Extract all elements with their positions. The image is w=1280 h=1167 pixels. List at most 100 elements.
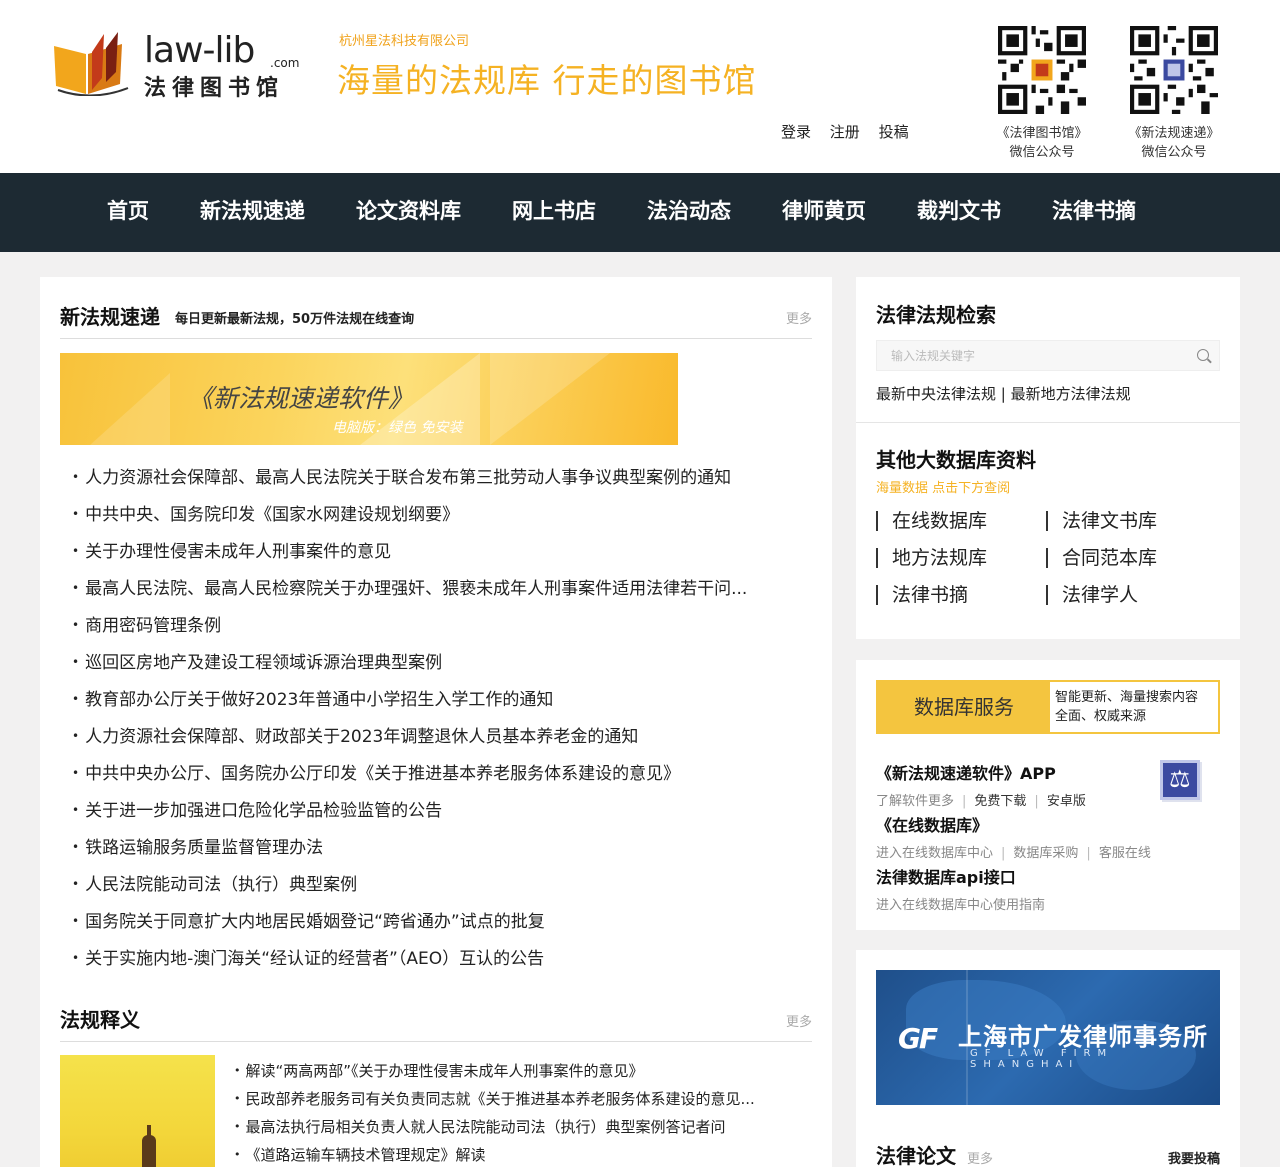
list-item[interactable]: 人力资源社会保障部、财政部关于2023年调整退休人员基本养老金的通知: [72, 718, 812, 755]
service-desc-line1: 智能更新、海量搜索内容: [1055, 690, 1199, 705]
list-item[interactable]: 中共中央、国务院印发《国家水网建设规划纲要》: [72, 496, 812, 533]
qr-code-icon: [1130, 26, 1218, 114]
service-label: 数据库服务: [878, 682, 1050, 732]
nav-book-excerpts[interactable]: 法律书摘: [1052, 173, 1136, 249]
more-link[interactable]: 更多: [786, 308, 812, 327]
interpretation-header: 法规释义 更多: [60, 980, 812, 1042]
free-download-link[interactable]: 免费下载: [974, 794, 1026, 809]
list-item[interactable]: 巡回区房地产及建设工程领域诉源治理典型案例: [72, 644, 812, 681]
list-item[interactable]: 商用密码管理条例: [72, 607, 812, 644]
divider: [856, 422, 1240, 423]
new-laws-header: 新法规速递 每日更新最新法规，50万件法规在线查询 更多: [60, 277, 812, 339]
list-item[interactable]: 最高人民法院、最高人民检察院关于办理强奸、猥亵未成年人刑事案件适用法律若干问..…: [72, 570, 812, 607]
section-subtitle: 每日更新最新法规，50万件法规在线查询: [175, 312, 415, 327]
nav-bookstore[interactable]: 网上书店: [512, 173, 596, 249]
qr-caption-line1: 《法律图书馆》: [996, 126, 1088, 141]
nav-lawyer-directory[interactable]: 律师黄页: [782, 173, 866, 249]
list-item[interactable]: 人力资源社会保障部、最高人民法院关于联合发布第三批劳动人事争议典型案例的通知: [72, 459, 812, 496]
banner-subtitle: 电脑版：绿色 免安装: [332, 420, 463, 436]
search-input[interactable]: [877, 341, 1177, 370]
site-logo[interactable]: law-lib .com 法律图书馆: [52, 28, 302, 101]
list-item[interactable]: 最高法执行局相关负责人就人民法院能动司法（执行）典型案例答记者问: [234, 1113, 792, 1141]
list-item[interactable]: 铁路运输服务质量监督管理办法: [72, 829, 812, 866]
section-title: 新法规速递: [60, 305, 160, 329]
db-link-local-laws[interactable]: 地方法规库: [876, 548, 987, 568]
main-nav: 首页 新法规速递 论文资料库 网上书店 法治动态 律师黄页 裁判文书 法律书摘: [0, 173, 1280, 252]
db-link-excerpts[interactable]: 法律书摘: [876, 585, 968, 605]
app-title[interactable]: 《新法规速递软件》APP: [876, 760, 1056, 784]
papers-more-link[interactable]: 更多: [967, 1148, 993, 1167]
section-title: 法规释义: [60, 1008, 140, 1032]
login-link[interactable]: 登录: [781, 123, 811, 141]
list-item[interactable]: 《道路运输车辆技术管理规定》解读: [234, 1141, 792, 1167]
api-guide-link[interactable]: 进入在线数据库中心使用指南: [876, 898, 1045, 913]
papers-title: 法律论文: [876, 1144, 956, 1167]
law-search-panel: 法律法规检索 最新中央法律法规 | 最新地方法律法规 其他大数据库资料 海量数据…: [856, 277, 1240, 639]
submit-paper-link[interactable]: 我要投稿: [1168, 1148, 1220, 1167]
ad-and-papers-panel: GF 上海市广发律师事务所 GF LAW FIRM SHANGHAI 法律论文 …: [856, 950, 1240, 1167]
db-link-documents[interactable]: 法律文书库: [1046, 511, 1157, 531]
learn-more-link[interactable]: 了解软件更多: [876, 794, 954, 809]
software-banner[interactable]: 《新法规速递软件》 电脑版：绿色 免安装: [60, 353, 678, 445]
interpretation-image[interactable]: [60, 1055, 215, 1167]
list-item[interactable]: 国务院关于同意扩大内地居民婚姻登记“跨省通办”试点的批复: [72, 903, 812, 940]
list-item[interactable]: 解读“两高两部”《关于办理性侵害未成年人刑事案件的意见》: [234, 1057, 792, 1085]
central-laws-link[interactable]: 最新中央法律法规: [876, 385, 996, 403]
logo-domain: .com: [270, 56, 300, 70]
nav-home[interactable]: 首页: [107, 173, 149, 249]
list-item[interactable]: 中共中央办公厅、国务院办公厅印发《关于推进基本养老服务体系建设的意见》: [72, 755, 812, 792]
service-desc-line2: 全面、权威来源: [1055, 709, 1147, 724]
slogan: 海量的法规库 行走的图书馆: [337, 61, 757, 100]
list-item[interactable]: 民政部养老服务司有关负责同志就《关于推进基本养老服务体系建设的意见...: [234, 1085, 792, 1113]
more-link[interactable]: 更多: [786, 1011, 812, 1030]
list-item[interactable]: 关于进一步加强进口危险化学品检验监管的公告: [72, 792, 812, 829]
service-banner[interactable]: 数据库服务 智能更新、海量搜索内容 全面、权威来源: [876, 680, 1220, 734]
search-icon[interactable]: [1197, 349, 1209, 361]
online-db-title[interactable]: 《在线数据库》: [876, 812, 988, 836]
submit-link[interactable]: 投稿: [879, 123, 909, 141]
nav-papers[interactable]: 论文资料库: [356, 173, 461, 249]
online-db-links: 进入在线数据库中心 | 数据库采购 | 客服在线: [876, 846, 1151, 861]
qr-new-laws: 《新法规速递》 微信公众号: [1124, 26, 1224, 162]
nav-judgments[interactable]: 裁判文书: [917, 173, 1001, 249]
app-links: 了解软件更多 | 免费下载 | 安卓版: [876, 794, 1086, 809]
search-title: 法律法规检索: [876, 303, 996, 327]
banner-title: 《新法规速递软件》: [188, 384, 414, 413]
qr-law-library: 《法律图书馆》 微信公众号: [992, 26, 1092, 162]
local-laws-link[interactable]: 最新地方法律法规: [1011, 385, 1131, 403]
nav-new-laws[interactable]: 新法规速递: [200, 173, 305, 249]
qr-caption-line2: 微信公众号: [1141, 145, 1207, 160]
db-link-contracts[interactable]: 合同范本库: [1046, 548, 1157, 568]
qr-caption-line2: 微信公众号: [1009, 145, 1075, 160]
main-content: 新法规速递 每日更新最新法规，50万件法规在线查询 更多 《新法规速递软件》 电…: [40, 277, 832, 1167]
book-logo-icon: [54, 32, 129, 96]
qr-caption: 《新法规速递》 微信公众号: [1124, 124, 1224, 162]
law-firm-ad[interactable]: GF 上海市广发律师事务所 GF LAW FIRM SHANGHAI: [876, 970, 1220, 1105]
new-laws-list: 人力资源社会保障部、最高人民法院关于联合发布第三批劳动人事争议典型案例的通知 中…: [72, 459, 812, 977]
database-service-panel: 数据库服务 智能更新、海量搜索内容 全面、权威来源 《新法规速递软件》APP 了…: [856, 660, 1240, 930]
api-title[interactable]: 法律数据库api接口: [876, 864, 1016, 888]
register-link[interactable]: 注册: [830, 123, 860, 141]
support-link[interactable]: 客服在线: [1099, 846, 1151, 861]
list-item[interactable]: 教育部办公厅关于做好2023年普通中小学招生入学工作的通知: [72, 681, 812, 718]
db-link-scholars[interactable]: 法律学人: [1046, 585, 1138, 605]
list-item[interactable]: 人民法院能动司法（执行）典型案例: [72, 866, 812, 903]
scales-app-icon[interactable]: [1160, 760, 1200, 800]
nav-legal-news[interactable]: 法治动态: [647, 173, 731, 249]
db-center-link[interactable]: 进入在线数据库中心: [876, 846, 993, 861]
interpretation-list: 解读“两高两部”《关于办理性侵害未成年人刑事案件的意见》 民政部养老服务司有关负…: [234, 1057, 792, 1167]
database-subtitle: 海量数据 点击下方查阅: [876, 481, 1011, 496]
qr-code-icon: [998, 26, 1086, 114]
db-link-online[interactable]: 在线数据库: [876, 511, 987, 531]
android-link[interactable]: 安卓版: [1047, 794, 1086, 809]
db-purchase-link[interactable]: 数据库采购: [1013, 846, 1078, 861]
list-item[interactable]: 关于实施内地-澳门海关“经认证的经营者”（AEO）互认的公告: [72, 940, 812, 977]
qr-caption: 《法律图书馆》 微信公众号: [992, 124, 1092, 162]
search-box: [876, 340, 1220, 371]
list-item[interactable]: 关于办理性侵害未成年人刑事案件的意见: [72, 533, 812, 570]
service-description: 智能更新、海量搜索内容 全面、权威来源: [1055, 688, 1198, 726]
account-links: 登录 注册 投稿: [781, 121, 923, 142]
ad-logo: GF: [898, 1022, 938, 1055]
site-header: law-lib .com 法律图书馆 杭州星法科技有限公司 海量的法规库 行走的…: [0, 0, 1280, 173]
logo-text: law-lib: [144, 30, 255, 71]
